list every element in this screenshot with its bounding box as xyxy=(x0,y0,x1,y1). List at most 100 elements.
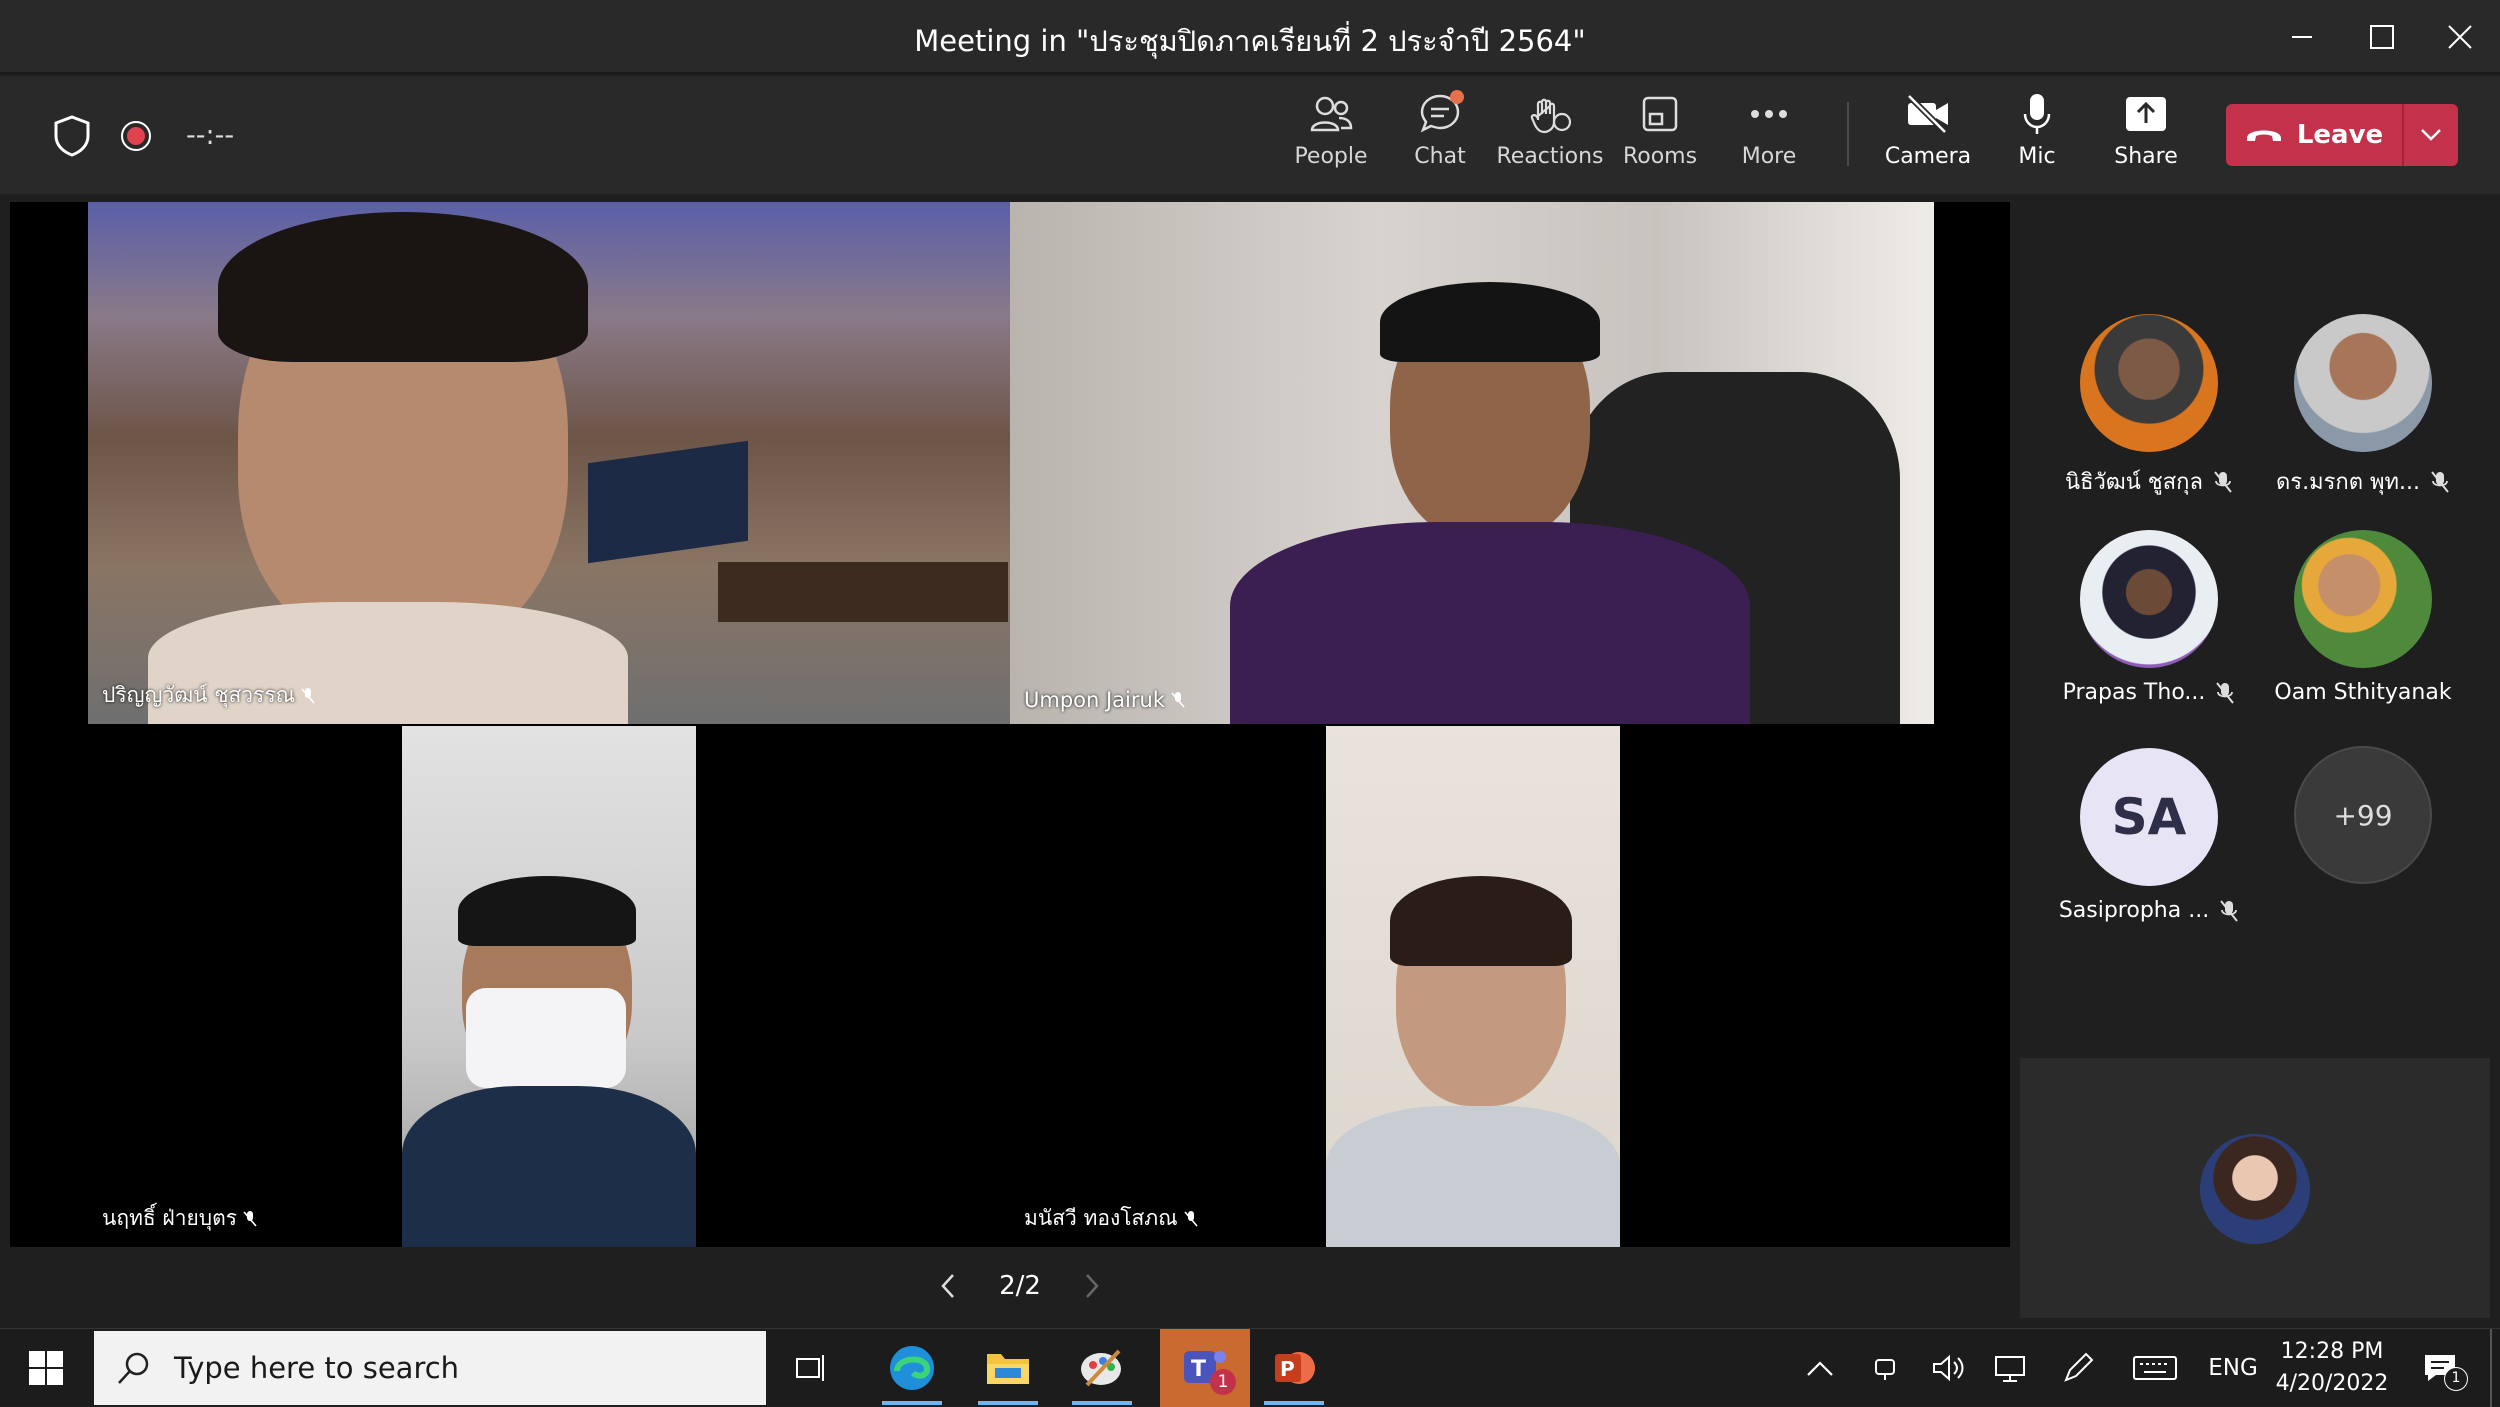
clock-date: 4/20/2022 xyxy=(2275,1371,2389,1396)
security-shield-icon[interactable] xyxy=(52,114,92,162)
mask-shape xyxy=(466,988,626,1088)
keyboard-icon xyxy=(2133,1356,2177,1380)
taskbar-search-box[interactable]: Type here to search xyxy=(94,1331,766,1405)
participant-name: Oam Sthityanak xyxy=(2274,680,2452,705)
show-desktop-button[interactable] xyxy=(2490,1329,2492,1407)
hair-shape xyxy=(1390,876,1572,966)
leave-button[interactable]: Leave xyxy=(2226,104,2404,166)
pen-icon xyxy=(2064,1352,2094,1382)
input-language[interactable]: ENG xyxy=(2200,1329,2266,1407)
mic-off-icon xyxy=(2214,470,2232,493)
participant-avatar[interactable] xyxy=(2080,314,2218,452)
video-feed xyxy=(402,726,696,1247)
tray-network[interactable] xyxy=(1990,1329,2030,1407)
notification-center-button[interactable]: 1 xyxy=(2410,1329,2470,1407)
mic-off-icon xyxy=(2220,899,2238,922)
taskbar-powerpoint[interactable]: P xyxy=(1256,1337,1332,1405)
minimize-icon xyxy=(2292,36,2312,38)
gallery-pager: 2/2 xyxy=(940,1262,1100,1310)
rooms-icon xyxy=(1636,90,1684,138)
phone-hangup-icon xyxy=(2246,130,2281,141)
participant-name-label: นฤทธิ์ ฝ่ายบุตร xyxy=(102,1202,257,1235)
tray-pen[interactable] xyxy=(2058,1329,2098,1407)
participant-name-label: มนัสวี ทองโสภณ xyxy=(1024,1202,1198,1235)
folder-icon xyxy=(987,1354,1029,1384)
taskbar-edge[interactable] xyxy=(874,1337,950,1405)
chat-unread-badge xyxy=(1450,90,1464,104)
participant-avatar[interactable] xyxy=(2294,530,2432,668)
participant-name: ดร.มรกต พุท... xyxy=(2258,464,2468,499)
clock[interactable]: 12:28 PM 4/20/2022 xyxy=(2272,1329,2392,1407)
shirt-shape xyxy=(1230,522,1750,724)
hair-shape xyxy=(1380,282,1600,362)
teams-notification-badge: 1 xyxy=(1210,1369,1236,1395)
video-tile[interactable]: Umpon Jairuk xyxy=(1010,202,1934,724)
window-title: Meeting in "ประชุมปิดภาคเรียนที่ 2 ประจำ… xyxy=(914,24,1586,58)
participant-avatar[interactable] xyxy=(2080,530,2218,668)
taskbar-paint[interactable] xyxy=(1064,1337,1140,1405)
self-view[interactable] xyxy=(2020,1058,2490,1318)
tray-touch-keyboard[interactable] xyxy=(2130,1329,2180,1407)
shirt-shape xyxy=(402,1086,696,1247)
toolbar-separator xyxy=(1847,102,1849,166)
close-icon xyxy=(2448,25,2472,49)
participant-name: Sasipropha ... xyxy=(2044,898,2254,923)
taskbar-teams[interactable]: T 1 xyxy=(1160,1329,1250,1407)
camera-button[interactable]: Camera xyxy=(1873,90,1983,182)
volume-icon xyxy=(1933,1354,1964,1382)
self-avatar xyxy=(2200,1134,2310,1244)
hair-shape xyxy=(218,212,588,362)
taskbar-file-explorer[interactable] xyxy=(970,1337,1046,1405)
mic-off-icon xyxy=(1171,692,1185,708)
shirt-shape xyxy=(1326,1106,1620,1247)
share-button[interactable]: Share xyxy=(2091,90,2201,182)
start-button[interactable] xyxy=(8,1337,84,1399)
recording-icon xyxy=(120,120,152,156)
video-tile[interactable]: มนัสวี ทองโสภณ xyxy=(1010,726,1934,1247)
people-button[interactable]: People xyxy=(1276,90,1386,182)
reactions-icon xyxy=(1526,90,1574,138)
cabinet-shape xyxy=(718,562,1008,622)
mic-off-icon xyxy=(2431,470,2449,493)
search-icon xyxy=(118,1352,149,1384)
rooms-button[interactable]: Rooms xyxy=(1605,90,1715,182)
leave-options-button[interactable] xyxy=(2404,104,2458,166)
notification-count: 1 xyxy=(2444,1367,2468,1391)
video-tile[interactable]: นฤทธิ์ ฝ่ายบุตร xyxy=(88,726,1010,1247)
chevron-right-icon[interactable] xyxy=(1084,1273,1100,1299)
minimize-button[interactable] xyxy=(2272,14,2332,60)
tray-volume[interactable] xyxy=(1928,1329,1968,1407)
task-view-button[interactable] xyxy=(774,1337,850,1399)
powerpoint-icon: P xyxy=(1275,1352,1315,1384)
show-hidden-icons-button[interactable] xyxy=(1800,1329,1840,1407)
more-button[interactable]: More xyxy=(1714,90,1824,182)
maximize-button[interactable] xyxy=(2352,14,2412,60)
chevron-up-icon xyxy=(1807,1361,1833,1376)
participant-name: Prapas Tho... xyxy=(2044,680,2254,705)
close-button[interactable] xyxy=(2430,14,2490,60)
task-view-icon xyxy=(796,1355,824,1381)
tray-meet-now[interactable] xyxy=(1866,1329,1906,1407)
chevron-down-icon xyxy=(2421,129,2441,141)
participant-avatar[interactable] xyxy=(2294,314,2432,452)
paint-palette-icon xyxy=(1081,1349,1121,1387)
mic-off-icon xyxy=(2216,681,2235,704)
meet-now-icon xyxy=(1875,1359,1895,1380)
windows-taskbar: Type here to search T 1 P ENG 12:28 PM 4… xyxy=(0,1328,2500,1407)
page-indicator: 2/2 xyxy=(999,1271,1041,1301)
video-tile[interactable]: ปริญญวัฒน์ ชุสวรรณ xyxy=(88,202,1010,724)
participant-name: นิธิวัฒน์ ชูสกุล xyxy=(2044,464,2254,499)
more-participants-button[interactable]: +99 xyxy=(2294,746,2432,884)
share-icon xyxy=(2122,90,2170,138)
more-icon xyxy=(1745,90,1793,138)
meeting-timer: --:-- xyxy=(186,120,235,151)
reactions-button[interactable]: Reactions xyxy=(1495,90,1605,182)
participant-name-label: ปริญญวัฒน์ ชุสวรรณ xyxy=(102,679,315,712)
tv-shape xyxy=(588,440,748,564)
hair-shape xyxy=(458,876,636,946)
mic-off-icon xyxy=(243,1210,257,1227)
mic-button[interactable]: Mic xyxy=(1982,90,2092,182)
participant-avatar-initials[interactable]: SA xyxy=(2080,748,2218,886)
chat-button[interactable]: Chat xyxy=(1385,90,1495,182)
chevron-left-icon[interactable] xyxy=(940,1273,956,1299)
